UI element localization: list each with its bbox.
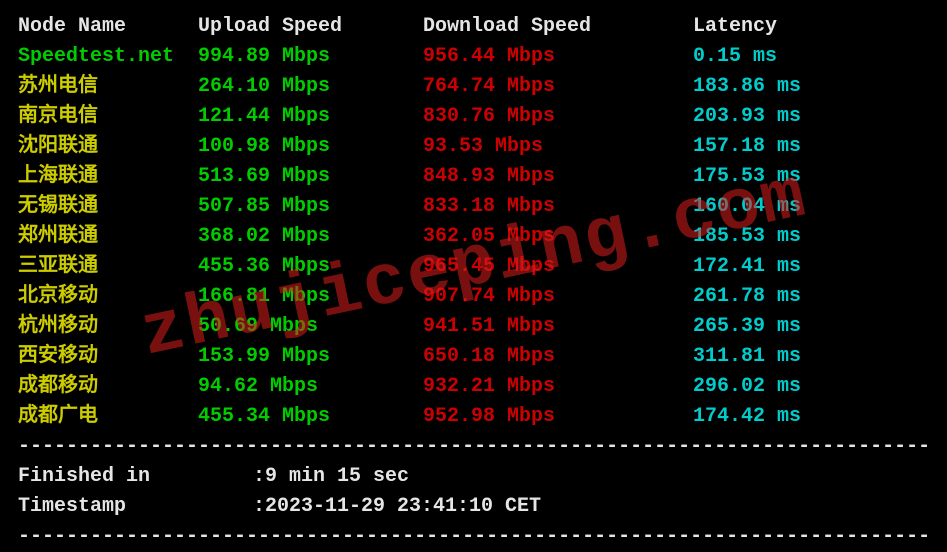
cell-latency: 175.53 ms [693, 162, 929, 192]
table-row: 三亚联通455.36 Mbps965.45 Mbps172.41 ms [18, 252, 929, 282]
cell-upload: 166.81 Mbps [198, 282, 423, 312]
cell-download: 830.76 Mbps [423, 102, 693, 132]
header-upload: Upload Speed [198, 12, 423, 42]
cell-upload: 368.02 Mbps [198, 222, 423, 252]
cell-latency: 183.86 ms [693, 72, 929, 102]
cell-node: 三亚联通 [18, 252, 198, 282]
cell-latency: 203.93 ms [693, 102, 929, 132]
cell-upload: 455.36 Mbps [198, 252, 423, 282]
cell-upload: 513.69 Mbps [198, 162, 423, 192]
footer-sep: : [253, 462, 265, 492]
footer-sep: : [253, 492, 265, 522]
cell-upload: 50.69 Mbps [198, 312, 423, 342]
table-row: 郑州联通368.02 Mbps362.05 Mbps185.53 ms [18, 222, 929, 252]
table-row: 西安移动153.99 Mbps650.18 Mbps311.81 ms [18, 342, 929, 372]
cell-latency: 174.42 ms [693, 402, 929, 432]
cell-upload: 507.85 Mbps [198, 192, 423, 222]
footer-finished-row: Finished in : 9 min 15 sec [18, 462, 929, 492]
cell-latency: 185.53 ms [693, 222, 929, 252]
cell-node: 无锡联通 [18, 192, 198, 222]
cell-node: 南京电信 [18, 102, 198, 132]
cell-node: 沈阳联通 [18, 132, 198, 162]
cell-upload: 100.98 Mbps [198, 132, 423, 162]
cell-node: 郑州联通 [18, 222, 198, 252]
cell-latency: 311.81 ms [693, 342, 929, 372]
cell-upload: 994.89 Mbps [198, 42, 423, 72]
cell-node: 杭州移动 [18, 312, 198, 342]
cell-upload: 153.99 Mbps [198, 342, 423, 372]
cell-download: 952.98 Mbps [423, 402, 693, 432]
cell-latency: 157.18 ms [693, 132, 929, 162]
cell-download: 848.93 Mbps [423, 162, 693, 192]
cell-node: 西安移动 [18, 342, 198, 372]
table-row: 成都移动94.62 Mbps932.21 Mbps296.02 ms [18, 372, 929, 402]
cell-latency: 160.04 ms [693, 192, 929, 222]
cell-node: Speedtest.net [18, 42, 198, 72]
table-row: 沈阳联通100.98 Mbps93.53 Mbps157.18 ms [18, 132, 929, 162]
cell-download: 362.05 Mbps [423, 222, 693, 252]
header-latency: Latency [693, 12, 929, 42]
cell-latency: 172.41 ms [693, 252, 929, 282]
divider-line: ----------------------------------------… [18, 432, 929, 462]
header-download: Download Speed [423, 12, 693, 42]
header-node: Node Name [18, 12, 198, 42]
cell-download: 932.21 Mbps [423, 372, 693, 402]
cell-upload: 264.10 Mbps [198, 72, 423, 102]
cell-download: 907.74 Mbps [423, 282, 693, 312]
divider-line-bottom: ----------------------------------------… [18, 522, 929, 552]
cell-download: 833.18 Mbps [423, 192, 693, 222]
table-row: 苏州电信264.10 Mbps764.74 Mbps183.86 ms [18, 72, 929, 102]
cell-upload: 455.34 Mbps [198, 402, 423, 432]
table-row: 无锡联通507.85 Mbps833.18 Mbps160.04 ms [18, 192, 929, 222]
cell-upload: 94.62 Mbps [198, 372, 423, 402]
table-header-row: Node Name Upload Speed Download Speed La… [18, 12, 929, 42]
cell-node: 苏州电信 [18, 72, 198, 102]
cell-latency: 0.15 ms [693, 42, 929, 72]
cell-download: 965.45 Mbps [423, 252, 693, 282]
cell-latency: 261.78 ms [693, 282, 929, 312]
cell-upload: 121.44 Mbps [198, 102, 423, 132]
table-row: 北京移动166.81 Mbps907.74 Mbps261.78 ms [18, 282, 929, 312]
table-row: Speedtest.net994.89 Mbps956.44 Mbps0.15 … [18, 42, 929, 72]
cell-latency: 265.39 ms [693, 312, 929, 342]
cell-download: 764.74 Mbps [423, 72, 693, 102]
footer-finished-label: Finished in [18, 462, 253, 492]
table-body: Speedtest.net994.89 Mbps956.44 Mbps0.15 … [18, 42, 929, 432]
cell-node: 北京移动 [18, 282, 198, 312]
cell-download: 956.44 Mbps [423, 42, 693, 72]
table-row: 杭州移动50.69 Mbps941.51 Mbps265.39 ms [18, 312, 929, 342]
table-row: 上海联通513.69 Mbps848.93 Mbps175.53 ms [18, 162, 929, 192]
footer-timestamp-label: Timestamp [18, 492, 253, 522]
cell-node: 成都广电 [18, 402, 198, 432]
table-row: 成都广电455.34 Mbps952.98 Mbps174.42 ms [18, 402, 929, 432]
footer-finished-value: 9 min 15 sec [265, 462, 409, 492]
cell-download: 650.18 Mbps [423, 342, 693, 372]
cell-download: 93.53 Mbps [423, 132, 693, 162]
footer-timestamp-value: 2023-11-29 23:41:10 CET [265, 492, 541, 522]
footer-timestamp-row: Timestamp : 2023-11-29 23:41:10 CET [18, 492, 929, 522]
cell-latency: 296.02 ms [693, 372, 929, 402]
cell-node: 成都移动 [18, 372, 198, 402]
cell-node: 上海联通 [18, 162, 198, 192]
cell-download: 941.51 Mbps [423, 312, 693, 342]
table-row: 南京电信121.44 Mbps830.76 Mbps203.93 ms [18, 102, 929, 132]
